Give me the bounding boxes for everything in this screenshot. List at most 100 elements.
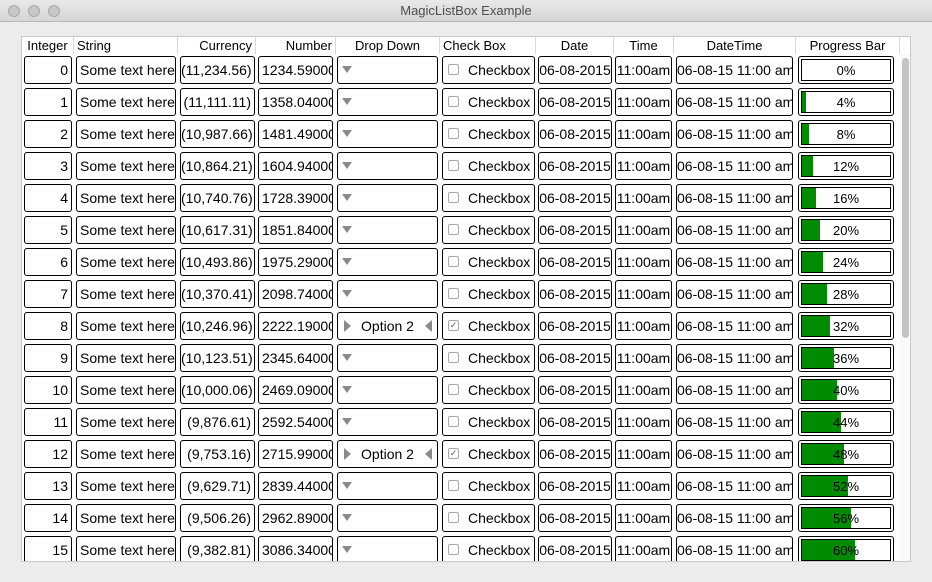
- chevron-down-icon[interactable]: [342, 514, 352, 521]
- table-row[interactable]: 10 Some text here. (10,000.06) 2469.09000 Ch…: [22, 374, 900, 406]
- checkbox-unchecked-icon[interactable]: [448, 288, 459, 299]
- dropdown-cell[interactable]: [337, 184, 438, 212]
- string-cell[interactable]: Some text here.: [76, 376, 176, 404]
- date-cell[interactable]: 06-08-2015: [538, 88, 612, 116]
- checkbox-unchecked-icon[interactable]: [448, 224, 459, 235]
- chevron-down-icon[interactable]: [342, 98, 352, 105]
- time-cell[interactable]: 11:00am: [615, 408, 672, 436]
- column-header-integer[interactable]: Integer: [22, 37, 74, 54]
- chevron-down-icon[interactable]: [342, 546, 352, 553]
- time-cell[interactable]: 11:00am: [615, 120, 672, 148]
- datetime-cell[interactable]: 06-08-15 11:00 am: [676, 56, 793, 84]
- chevron-down-icon[interactable]: [342, 130, 352, 137]
- column-header-check-box[interactable]: Check Box: [440, 37, 536, 54]
- vertical-scrollbar[interactable]: [900, 54, 910, 561]
- string-cell[interactable]: Some text here.: [76, 472, 176, 500]
- integer-cell[interactable]: 12: [24, 440, 72, 468]
- number-cell[interactable]: 2098.74000: [258, 280, 333, 308]
- checkbox-unchecked-icon[interactable]: [448, 160, 459, 171]
- chevron-down-icon[interactable]: [342, 258, 352, 265]
- column-header-drop-down[interactable]: Drop Down: [336, 37, 440, 54]
- string-cell[interactable]: Some text here.: [76, 248, 176, 276]
- time-cell[interactable]: 11:00am: [615, 472, 672, 500]
- scrollbar-thumb[interactable]: [902, 58, 909, 338]
- currency-cell[interactable]: (10,864.21): [180, 152, 255, 180]
- number-cell[interactable]: 1481.49000: [258, 120, 333, 148]
- dropdown-cell[interactable]: [337, 536, 438, 561]
- column-header-date[interactable]: Date: [536, 37, 614, 54]
- string-cell[interactable]: Some text here.: [76, 184, 176, 212]
- checkbox-unchecked-icon[interactable]: [448, 416, 459, 427]
- dropdown-cell[interactable]: [337, 56, 438, 84]
- currency-cell[interactable]: (10,370.41): [180, 280, 255, 308]
- triangle-left-icon[interactable]: [425, 448, 432, 460]
- chevron-down-icon[interactable]: [342, 386, 352, 393]
- datetime-cell[interactable]: 06-08-15 11:00 am: [676, 536, 793, 561]
- chevron-down-icon[interactable]: [342, 66, 352, 73]
- number-cell[interactable]: 2592.54000: [258, 408, 333, 436]
- time-cell[interactable]: 11:00am: [615, 216, 672, 244]
- dropdown-cell[interactable]: [337, 408, 438, 436]
- time-cell[interactable]: 11:00am: [615, 376, 672, 404]
- currency-cell[interactable]: (11,234.56): [180, 56, 255, 84]
- time-cell[interactable]: 11:00am: [615, 56, 672, 84]
- table-row[interactable]: 5 Some text here. (10,617.31) 1851.84000 Che…: [22, 214, 900, 246]
- integer-cell[interactable]: 7: [24, 280, 72, 308]
- table-row[interactable]: 2 Some text here. (10,987.66) 1481.49000 Che…: [22, 118, 900, 150]
- column-header-progress-bar[interactable]: Progress Bar: [796, 37, 900, 54]
- time-cell[interactable]: 11:00am: [615, 88, 672, 116]
- triangle-left-icon[interactable]: [425, 320, 432, 332]
- currency-cell[interactable]: (9,753.16): [180, 440, 255, 468]
- number-cell[interactable]: 2962.89000: [258, 504, 333, 532]
- date-cell[interactable]: 06-08-2015: [538, 184, 612, 212]
- checkbox-checked-icon[interactable]: ✓: [448, 448, 459, 459]
- number-cell[interactable]: 1234.59000: [258, 56, 333, 84]
- chevron-down-icon[interactable]: [342, 290, 352, 297]
- datetime-cell[interactable]: 06-08-15 11:00 am: [676, 472, 793, 500]
- date-cell[interactable]: 06-08-2015: [538, 120, 612, 148]
- dropdown-cell[interactable]: [337, 344, 438, 372]
- datetime-cell[interactable]: 06-08-15 11:00 am: [676, 184, 793, 212]
- dropdown-cell[interactable]: [337, 152, 438, 180]
- number-cell[interactable]: 1728.39000: [258, 184, 333, 212]
- checkbox-cell[interactable]: Checkbox: [442, 408, 535, 436]
- checkbox-unchecked-icon[interactable]: [448, 256, 459, 267]
- chevron-down-icon[interactable]: [342, 354, 352, 361]
- chevron-down-icon[interactable]: [342, 226, 352, 233]
- table-row[interactable]: 3 Some text here. (10,864.21) 1604.94000 Che…: [22, 150, 900, 182]
- table-row[interactable]: 15 Some text here. (9,382.81) 3086.34000 Che…: [22, 534, 900, 561]
- chevron-down-icon[interactable]: [342, 194, 352, 201]
- checkbox-cell[interactable]: Checkbox: [442, 376, 535, 404]
- integer-cell[interactable]: 10: [24, 376, 72, 404]
- datetime-cell[interactable]: 06-08-15 11:00 am: [676, 408, 793, 436]
- table-row[interactable]: 7 Some text here. (10,370.41) 2098.74000 Che…: [22, 278, 900, 310]
- chevron-down-icon[interactable]: [342, 162, 352, 169]
- time-cell[interactable]: 11:00am: [615, 280, 672, 308]
- date-cell[interactable]: 06-08-2015: [538, 440, 612, 468]
- number-cell[interactable]: 2839.44000: [258, 472, 333, 500]
- table-row[interactable]: 0 Some text here. (11,234.56) 1234.59000 Che…: [22, 54, 900, 86]
- string-cell[interactable]: Some text here.: [76, 440, 176, 468]
- table-row[interactable]: 1 Some text here. (11,111.11) 1358.04000 Che…: [22, 86, 900, 118]
- date-cell[interactable]: 06-08-2015: [538, 280, 612, 308]
- checkbox-unchecked-icon[interactable]: [448, 480, 459, 491]
- checkbox-checked-icon[interactable]: ✓: [448, 320, 459, 331]
- checkbox-unchecked-icon[interactable]: [448, 96, 459, 107]
- number-cell[interactable]: 1975.29000: [258, 248, 333, 276]
- integer-cell[interactable]: 3: [24, 152, 72, 180]
- checkbox-unchecked-icon[interactable]: [448, 128, 459, 139]
- dropdown-cell[interactable]: Option 2: [337, 312, 438, 340]
- currency-cell[interactable]: (10,617.31): [180, 216, 255, 244]
- checkbox-cell[interactable]: ✓ Checkbox: [442, 312, 535, 340]
- checkbox-cell[interactable]: Checkbox: [442, 248, 535, 276]
- integer-cell[interactable]: 2: [24, 120, 72, 148]
- checkbox-cell[interactable]: Checkbox: [442, 504, 535, 532]
- checkbox-cell[interactable]: ✓ Checkbox: [442, 440, 535, 468]
- time-cell[interactable]: 11:00am: [615, 504, 672, 532]
- string-cell[interactable]: Some text here.: [76, 216, 176, 244]
- string-cell[interactable]: Some text here.: [76, 120, 176, 148]
- datetime-cell[interactable]: 06-08-15 11:00 am: [676, 248, 793, 276]
- currency-cell[interactable]: (11,111.11): [180, 88, 255, 116]
- date-cell[interactable]: 06-08-2015: [538, 56, 612, 84]
- chevron-down-icon[interactable]: [342, 418, 352, 425]
